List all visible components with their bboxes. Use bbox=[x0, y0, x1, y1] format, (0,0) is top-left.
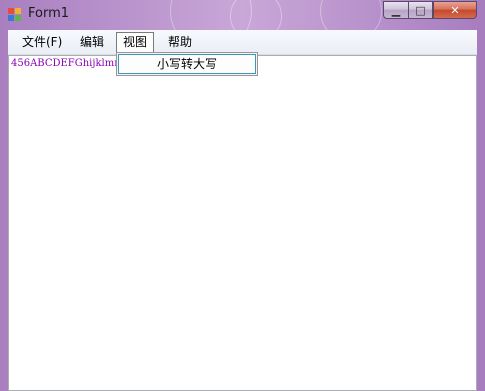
minimize-icon: ▁ bbox=[391, 3, 401, 17]
window-title: Form1 bbox=[28, 6, 70, 21]
menu-help[interactable]: 帮助 bbox=[162, 33, 198, 51]
menu-item-lower-to-upper[interactable]: 小写转大写 bbox=[118, 54, 256, 74]
view-dropdown-menu: 小写转大写 bbox=[116, 52, 258, 76]
caption-buttons: ▁ □ ✕ bbox=[383, 1, 477, 19]
minimize-button[interactable]: ▁ bbox=[383, 1, 408, 19]
close-button[interactable]: ✕ bbox=[433, 1, 477, 19]
maximize-icon: □ bbox=[415, 3, 426, 17]
maximize-button[interactable]: □ bbox=[408, 1, 433, 19]
menu-view[interactable]: 视图 bbox=[116, 32, 155, 52]
title-bar[interactable]: Form1 ▁ □ ✕ bbox=[0, 0, 485, 30]
menu-file[interactable]: 文件(F) bbox=[16, 33, 68, 51]
app-icon bbox=[8, 8, 22, 22]
text-editor[interactable]: 456ABCDEFGhijklmn1 bbox=[8, 55, 477, 391]
client-area: 文件(F) 编辑 视图 帮助 456ABCDEFGhijklmn1 小写转大写 bbox=[8, 30, 477, 391]
menu-edit[interactable]: 编辑 bbox=[74, 33, 110, 51]
close-icon: ✕ bbox=[450, 3, 460, 17]
window-frame: Form1 ▁ □ ✕ 文件(F) 编辑 视图 帮助 456ABCDEFGhij… bbox=[0, 0, 485, 391]
editor-text: 456ABCDEFGhijklmn1 bbox=[11, 58, 128, 69]
